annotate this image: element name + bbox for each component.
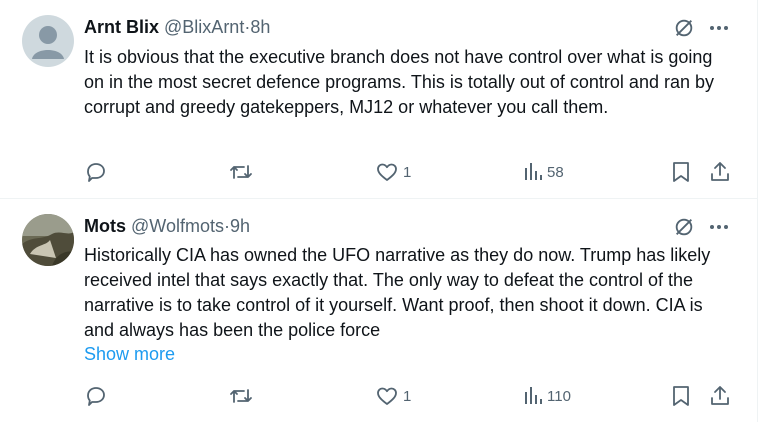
like-count: 1 <box>403 387 412 405</box>
show-more-link[interactable]: Show more <box>84 344 175 365</box>
bookmark-button[interactable] <box>670 160 692 184</box>
author-handle[interactable]: @BlixArnt <box>164 17 244 37</box>
author-name[interactable]: Mots <box>84 216 126 236</box>
retweet-icon <box>230 165 252 179</box>
reply-button[interactable] <box>84 384 108 408</box>
reply-icon <box>87 163 105 182</box>
tweet-text: It is obvious that the executive branch … <box>84 47 714 117</box>
like-button[interactable]: 1 <box>375 384 411 408</box>
retweet-icon <box>230 389 252 403</box>
heart-icon <box>377 387 397 405</box>
tweet[interactable]: Arnt Blix @BlixArnt·8h It is obvious tha… <box>0 0 757 199</box>
bookmark-button[interactable] <box>670 384 692 408</box>
timestamp[interactable]: 9h <box>230 216 250 236</box>
share-icon <box>711 386 729 405</box>
tweet-actions: 1 110 <box>80 384 760 410</box>
more-options-icon[interactable] <box>709 224 729 230</box>
retweet-button[interactable] <box>228 384 254 408</box>
like-count: 1 <box>403 163 412 181</box>
bookmark-icon <box>673 386 689 406</box>
tweet-top-icons <box>673 17 729 39</box>
reply-button[interactable] <box>84 160 108 184</box>
tweet-text: Historically CIA has owned the UFO narra… <box>84 245 711 340</box>
views-button[interactable]: 110 <box>523 384 571 408</box>
grok-icon[interactable] <box>673 17 695 39</box>
more-options-icon[interactable] <box>709 25 729 31</box>
author-name[interactable]: Arnt Blix <box>84 17 159 37</box>
heart-icon <box>377 163 397 181</box>
photo-avatar-icon <box>22 214 74 266</box>
avatar[interactable] <box>22 15 74 67</box>
views-count: 110 <box>547 387 571 405</box>
views-icon <box>525 387 542 404</box>
timestamp[interactable]: 8h <box>250 17 270 37</box>
like-button[interactable]: 1 <box>375 160 411 184</box>
timeline: Arnt Blix @BlixArnt·8h It is obvious tha… <box>0 0 758 422</box>
views-count: 58 <box>547 163 564 181</box>
bookmark-icon <box>673 162 689 182</box>
default-avatar-icon <box>22 15 74 67</box>
share-icon <box>711 162 729 181</box>
share-button[interactable] <box>708 384 732 408</box>
author-handle[interactable]: @Wolfmots <box>131 216 224 236</box>
grok-icon[interactable] <box>673 216 695 238</box>
tweet-top-icons <box>673 216 729 238</box>
avatar[interactable] <box>22 214 74 266</box>
retweet-button[interactable] <box>228 160 254 184</box>
tweet-header: Arnt Blix @BlixArnt·8h <box>84 16 270 38</box>
tweet[interactable]: Mots @Wolfmots·9h Historically CIA has o… <box>0 199 757 422</box>
tweet-header: Mots @Wolfmots·9h <box>84 215 250 237</box>
views-icon <box>525 163 542 180</box>
share-button[interactable] <box>708 160 732 184</box>
tweet-actions: 1 58 <box>80 160 760 186</box>
reply-icon <box>87 387 105 406</box>
views-button[interactable]: 58 <box>523 160 564 184</box>
